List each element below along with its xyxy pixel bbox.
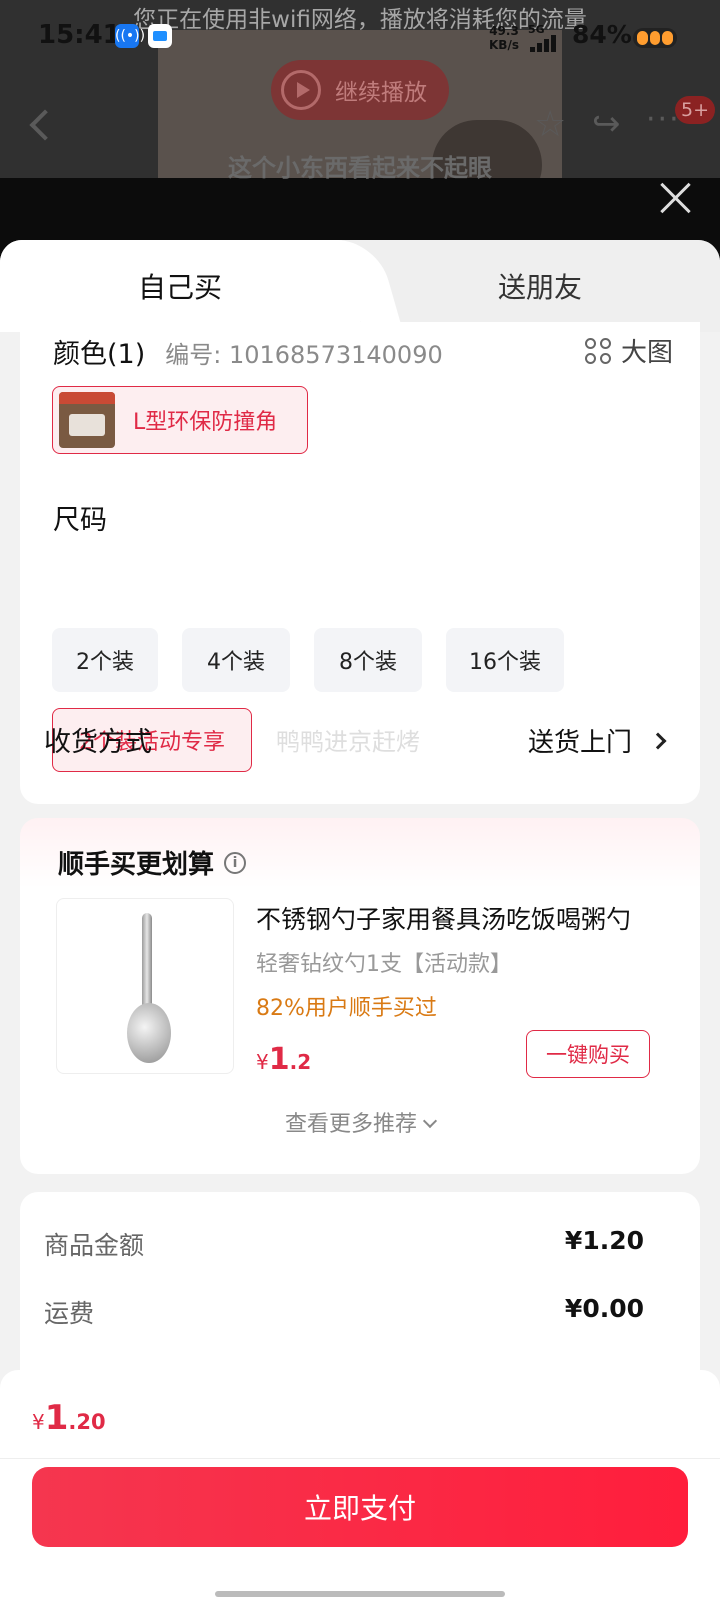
status-time: 15:41 xyxy=(38,20,121,50)
info-icon[interactable]: i xyxy=(224,851,247,874)
tab-gift-to-friend[interactable]: 送朋友 xyxy=(360,240,720,332)
size-option[interactable]: 8个装 xyxy=(314,628,422,692)
spec-card: 颜色(1) 编号: 10168573140090 大图 L型环保防撞角 尺码 2… xyxy=(20,322,700,804)
total-price: ¥ 1 .20 xyxy=(32,1398,106,1438)
chevron-right-icon xyxy=(649,732,667,749)
delivery-method-value-wrap: 送货上门 xyxy=(527,722,667,759)
network-speed: 49.3 KB/s xyxy=(489,24,519,52)
tab-gift-to-friend-label: 送朋友 xyxy=(497,271,582,304)
message-badge: 5+ xyxy=(675,96,716,124)
goods-amount-row: 商品金额 ¥1.20 xyxy=(44,1226,644,1266)
big-picture-button[interactable]: 大图 xyxy=(584,332,673,369)
addon-buy-rate: 82%用户顺手买过 xyxy=(256,996,437,1021)
color-title: 颜色(1) xyxy=(53,339,146,370)
total-dec: .20 xyxy=(68,1410,106,1434)
shipping-value: ¥0.00 xyxy=(564,1294,644,1323)
total-int: 1 xyxy=(44,1398,69,1438)
addon-card: 顺手买更划算 i 不锈钢勺子家用餐具汤吃饭喝粥勺 轻奢钻纹勺1支【活动款】 82… xyxy=(20,818,700,1174)
share-icon[interactable]: ↪ xyxy=(592,104,621,144)
pay-now-button[interactable]: 立即支付 xyxy=(32,1467,688,1547)
home-indicator[interactable] xyxy=(215,1591,505,1597)
big-picture-label: 大图 xyxy=(620,338,673,368)
item-number: 编号: 10168573140090 xyxy=(165,341,443,369)
delivery-method-label: 收货方式 xyxy=(44,726,152,758)
notification-app-icon: ((•)) xyxy=(115,24,145,48)
video-subtitle: 这个小东西看起来不起眼 xyxy=(228,154,492,182)
shipping-row: 运费 ¥0.00 xyxy=(44,1294,644,1334)
play-icon xyxy=(281,70,321,110)
network-speed-value: 49.3 xyxy=(489,24,519,38)
favorite-icon[interactable]: ☆ xyxy=(534,104,566,145)
divider xyxy=(0,1458,720,1459)
delivery-method-row[interactable]: 收货方式 鸭鸭进京赶烤 送货上门 xyxy=(44,714,667,764)
size-option[interactable]: 4个装 xyxy=(182,628,290,692)
delivery-method-value: 送货上门 xyxy=(527,728,632,758)
notification-app-icon-2 xyxy=(148,24,172,48)
goods-amount-label: 商品金额 xyxy=(44,1231,145,1260)
spoon-image-handle xyxy=(142,913,152,1013)
size-option[interactable]: 2个装 xyxy=(52,628,158,692)
total-currency: ¥ xyxy=(32,1410,45,1434)
addon-price-currency: ¥ xyxy=(256,1050,269,1074)
color-header: 颜色(1) 编号: 10168573140090 大图 xyxy=(53,332,673,372)
addon-title: 顺手买更划算 xyxy=(58,850,215,880)
network-speed-unit: KB/s xyxy=(489,38,519,52)
spoon-image-bowl xyxy=(127,1003,171,1063)
tab-bar: 自己买 送朋友 xyxy=(0,240,720,332)
addon-price-int: 1 xyxy=(268,1042,290,1077)
goods-amount-value: ¥1.20 xyxy=(564,1226,644,1255)
continue-play-label: 继续播放 xyxy=(335,80,427,106)
battery-percent: 84% xyxy=(572,20,632,49)
pay-bar: ¥ 1 .20 立即支付 xyxy=(0,1370,720,1600)
addon-product-image[interactable] xyxy=(56,898,234,1074)
signal-icon xyxy=(530,34,560,52)
one-click-buy-button[interactable]: 一键购买 xyxy=(526,1030,650,1078)
addon-product-name[interactable]: 不锈钢勺子家用餐具汤吃饭喝粥勺 xyxy=(256,900,656,936)
addon-title-row: 顺手买更划算 i xyxy=(58,844,247,881)
watermark-text: 鸭鸭进京赶烤 xyxy=(276,728,420,756)
status-bar: 15:41 ((•)) 49.3 KB/s 5G 84% xyxy=(0,18,720,58)
tab-buy-for-self-label: 自己买 xyxy=(137,271,222,304)
addon-price-dec: .2 xyxy=(289,1050,312,1074)
tab-buy-for-self[interactable]: 自己买 xyxy=(0,240,360,332)
color-option-label: L型环保防撞角 xyxy=(133,410,278,435)
close-icon[interactable] xyxy=(655,178,695,218)
shipping-label: 运费 xyxy=(44,1299,95,1328)
chevron-down-icon xyxy=(422,1113,438,1129)
continue-play-button[interactable]: 继续播放 xyxy=(271,60,449,120)
product-thumbnail xyxy=(59,392,115,448)
battery-icon xyxy=(633,28,677,48)
addon-product-spec: 轻奢钻纹勺1支【活动款】 xyxy=(256,952,512,977)
color-option-selected[interactable]: L型环保防撞角 xyxy=(52,386,308,454)
size-title: 尺码 xyxy=(53,505,107,536)
grid-icon xyxy=(584,337,611,364)
addon-price: ¥ 1 .2 xyxy=(256,1042,311,1077)
size-option[interactable]: 16个装 xyxy=(446,628,564,692)
more-recommendations-label: 查看更多推荐 xyxy=(284,1112,417,1137)
more-recommendations[interactable]: 查看更多推荐 xyxy=(20,1106,700,1138)
back-icon[interactable] xyxy=(29,109,61,141)
